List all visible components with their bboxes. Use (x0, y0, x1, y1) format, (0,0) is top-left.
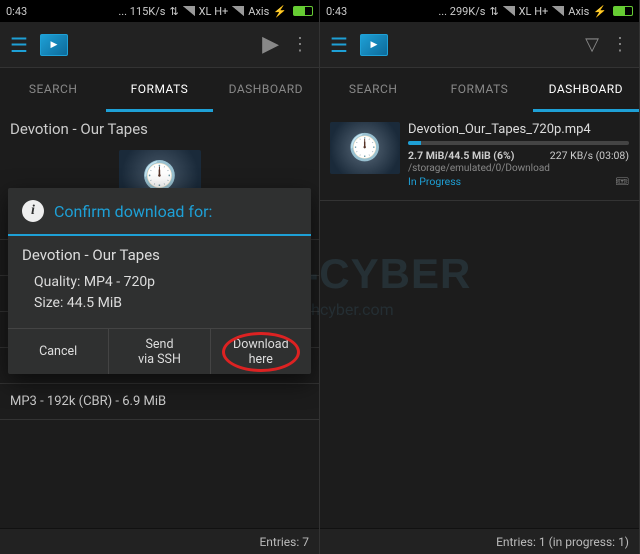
download-info: Devotion_Our_Tapes_720p.mp4 2.7 MiB/44.5… (408, 122, 629, 188)
progress-bar (408, 141, 629, 145)
tabs: SEARCH FORMATS DASHBOARD (320, 68, 639, 112)
download-rate: 227 KB/s (03:08) (550, 149, 629, 162)
status-bar: 0:43 ... 299K/s ⇅ XL H+ Axis ⚡ (320, 0, 639, 22)
status-time: 0:43 (326, 5, 347, 18)
download-status: In Progress (408, 175, 461, 188)
signal-icon (183, 6, 195, 16)
dialog-actions: Cancel Sendvia SSH Downloadhere (8, 328, 311, 374)
dialog-body: Devotion - Our Tapes Quality: MP4 - 720p… (8, 236, 311, 328)
menu-icon[interactable]: ☰ (330, 33, 348, 57)
send-via-ssh-button[interactable]: Sendvia SSH (109, 329, 210, 374)
charging-icon: ⚡ (593, 5, 607, 18)
menu-icon[interactable]: ☰ (10, 33, 28, 57)
charging-icon: ⚡ (273, 5, 287, 18)
download-here-button[interactable]: Downloadhere (211, 329, 311, 374)
download-path: /storage/emulated/0/Download (408, 163, 629, 174)
status-time: 0:43 (6, 5, 27, 18)
status-carrier2: Axis (568, 5, 589, 18)
app-bar: ☰ ▽ ⋮ (320, 22, 639, 68)
more-icon[interactable]: ⋮ (611, 34, 629, 55)
right-pane: 0:43 ... 299K/s ⇅ XL H+ Axis ⚡ ☰ ▽ ⋮ SEA… (320, 0, 640, 554)
download-progress-text: 2.7 MiB/44.5 MiB (6%) (408, 149, 514, 162)
dialog-title: Confirm download for: (54, 202, 212, 221)
play-icon[interactable]: ▶ (262, 32, 279, 57)
app-logo-icon[interactable] (360, 34, 388, 56)
signal-icon (232, 6, 244, 16)
video-title: Devotion - Our Tapes (0, 112, 319, 146)
battery-icon (613, 6, 633, 16)
footer-status: Entries: 7 (0, 528, 319, 554)
cancel-button[interactable]: Cancel (8, 329, 109, 374)
app-logo-icon[interactable] (40, 34, 68, 56)
dialog-size: Size: 44.5 MiB (34, 293, 297, 314)
download-thumbnail: 🕛 (330, 122, 400, 174)
tab-formats[interactable]: FORMATS (106, 68, 212, 112)
dialog-item-name: Devotion - Our Tapes (22, 246, 297, 264)
footer-status: Entries: 1 (in progress: 1) (320, 528, 639, 554)
status-carrier: XL H+ (519, 5, 549, 18)
status-carrier2: Axis (248, 5, 269, 18)
more-icon[interactable]: ⋮ (291, 34, 309, 55)
format-item[interactable]: MP3 - 192k (CBR) - 6.9 MiB (0, 384, 319, 420)
dialog-quality: Quality: MP4 - 720p (34, 272, 297, 293)
app-bar: ☰ ▶ ⋮ (0, 22, 319, 68)
info-icon: i (22, 200, 44, 222)
status-speed: ... 115K/s (118, 5, 165, 18)
tab-search[interactable]: SEARCH (320, 68, 426, 112)
arrow-updown-icon: ⇅ (169, 5, 178, 18)
tab-search[interactable]: SEARCH (0, 68, 106, 112)
tabs: SEARCH FORMATS DASHBOARD (0, 68, 319, 112)
signal-icon (503, 6, 515, 16)
download-item[interactable]: 🕛 Devotion_Our_Tapes_720p.mp4 2.7 MiB/44… (320, 112, 639, 201)
filter-icon[interactable]: ▽ (585, 34, 599, 55)
battery-icon (293, 6, 313, 16)
tab-dashboard[interactable]: DASHBOARD (213, 68, 319, 112)
signal-icon (552, 6, 564, 16)
dialog-header: i Confirm download for: (8, 188, 311, 236)
status-carrier: XL H+ (199, 5, 229, 18)
left-pane: 0:43 ... 115K/s ⇅ XL H+ Axis ⚡ ☰ ▶ ⋮ SEA… (0, 0, 320, 554)
confirm-download-dialog: i Confirm download for: Devotion - Our T… (8, 188, 311, 374)
download-filename: Devotion_Our_Tapes_720p.mp4 (408, 122, 629, 137)
status-speed: ... 299K/s (438, 5, 485, 18)
tab-dashboard[interactable]: DASHBOARD (533, 68, 639, 112)
arrow-updown-icon: ⇅ (489, 5, 498, 18)
status-bar: 0:43 ... 115K/s ⇅ XL H+ Axis ⚡ (0, 0, 319, 22)
ticket-icon: 🎟 (615, 175, 629, 188)
tab-formats[interactable]: FORMATS (426, 68, 532, 112)
